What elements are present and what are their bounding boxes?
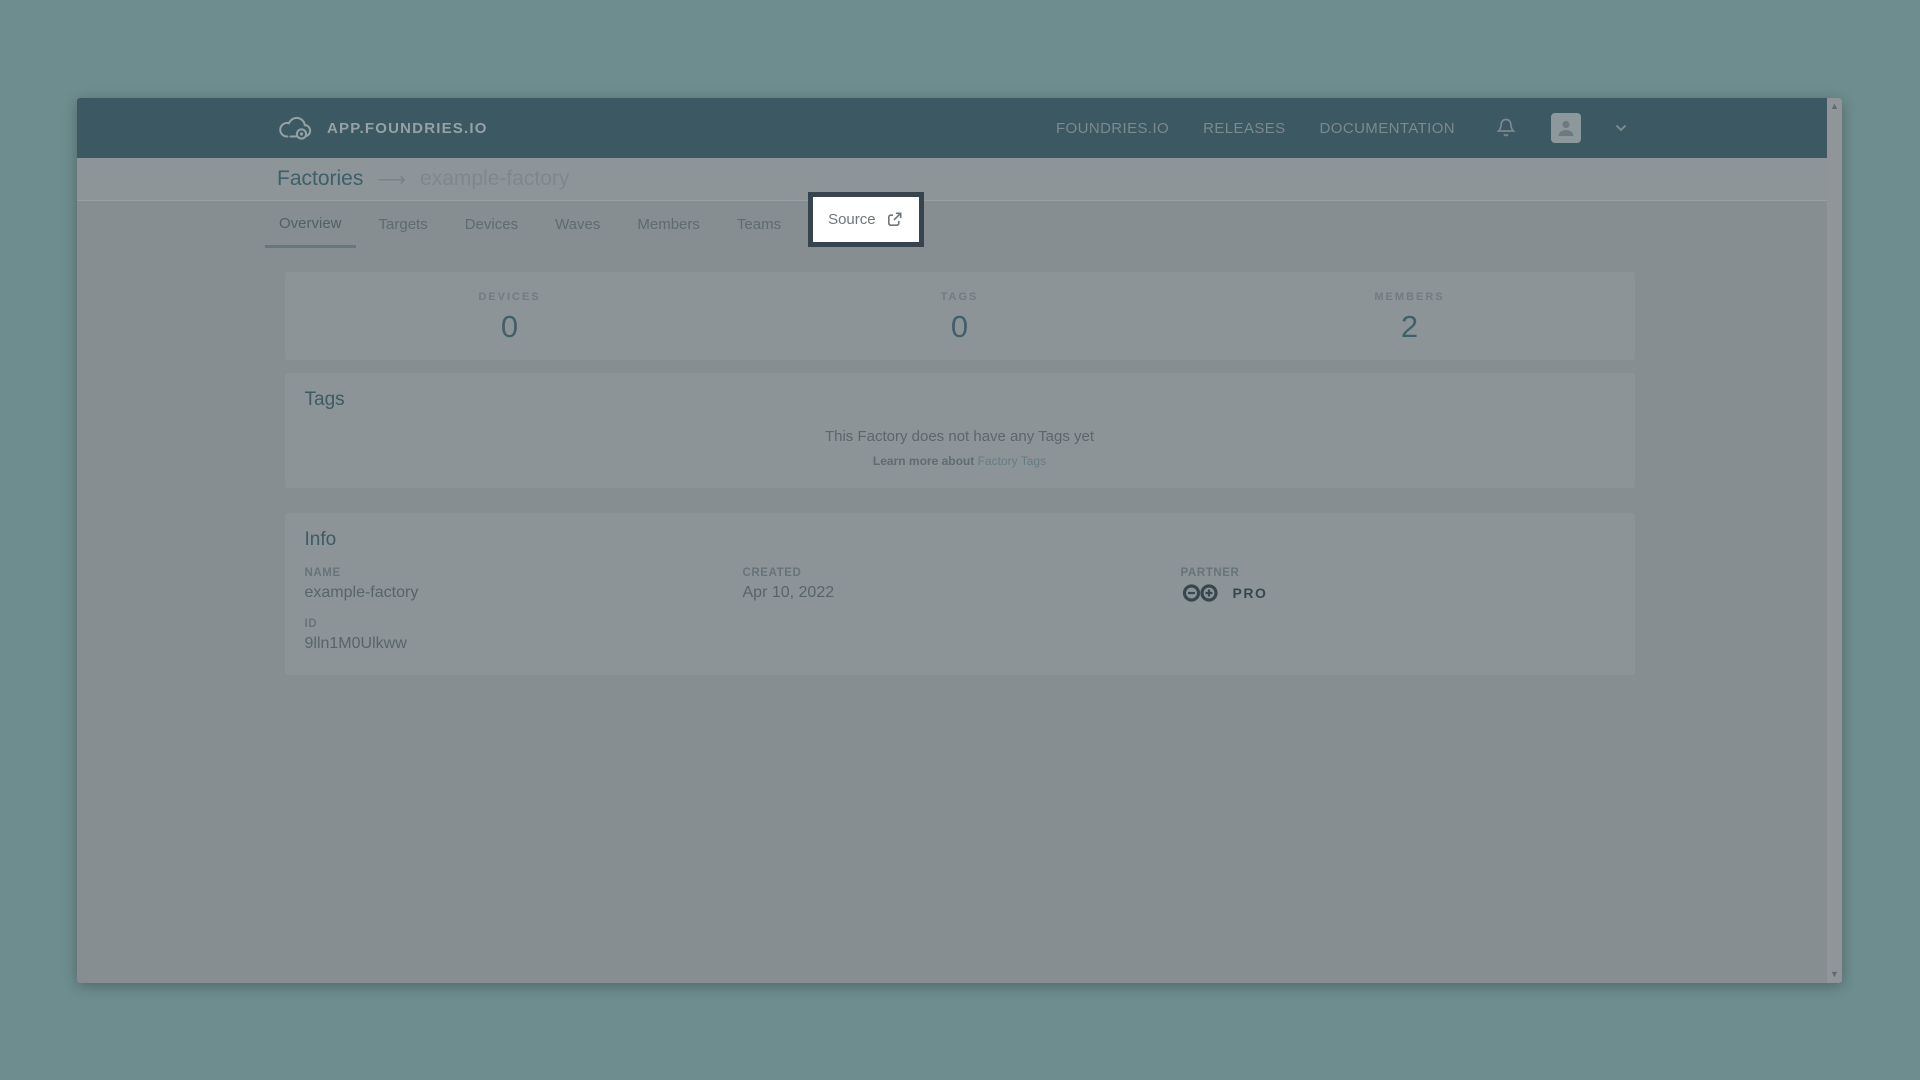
stat-tags[interactable]: TAGS 0 — [735, 287, 1185, 345]
tags-learn-more: Learn more about Factory Tags — [305, 454, 1615, 468]
name-value: example-factory — [305, 584, 743, 602]
info-field-id: ID 9lln1M0Ulkww — [305, 618, 743, 653]
vertical-scrollbar[interactable]: ▲ ▼ — [1827, 98, 1842, 983]
info-card-title: Info — [305, 529, 1615, 551]
breadcrumb-factories-link[interactable]: Factories — [277, 167, 363, 191]
external-link-icon — [885, 210, 904, 229]
app-window: APP.FOUNDRIES.IO FOUNDRIES.IO RELEASES D… — [77, 98, 1842, 983]
app-title: APP.FOUNDRIES.IO — [327, 120, 488, 137]
name-label: NAME — [305, 567, 743, 579]
info-card: Info NAME example-factory CREATED Apr 10… — [285, 513, 1635, 675]
tab-devices[interactable]: Devices — [451, 201, 532, 248]
factory-tab-bar: Overview Targets Devices Waves Members T… — [77, 201, 1842, 248]
tab-members[interactable]: Members — [623, 201, 714, 248]
arduino-infinity-logo-icon — [1181, 582, 1225, 604]
tab-teams[interactable]: Teams — [723, 201, 795, 248]
factory-tags-link[interactable]: Factory Tags — [978, 454, 1046, 468]
top-navbar: APP.FOUNDRIES.IO FOUNDRIES.IO RELEASES D… — [77, 98, 1842, 158]
tab-targets[interactable]: Targets — [365, 201, 442, 248]
app-logo[interactable]: APP.FOUNDRIES.IO — [277, 115, 488, 141]
screen: APP.FOUNDRIES.IO FOUNDRIES.IO RELEASES D… — [0, 0, 1920, 1080]
info-field-created: CREATED Apr 10, 2022 — [743, 567, 1181, 604]
scroll-up-arrow-icon[interactable]: ▲ — [1830, 102, 1839, 111]
learn-more-prefix: Learn more about — [873, 454, 978, 468]
nav-link-foundries-io[interactable]: FOUNDRIES.IO — [1056, 120, 1169, 137]
tab-source-label: Source — [828, 211, 876, 228]
created-label: CREATED — [743, 567, 1181, 579]
tab-source-highlighted[interactable]: Source — [808, 192, 924, 247]
stat-members[interactable]: MEMBERS 2 — [1185, 287, 1635, 345]
partner-pro-text: PRO — [1233, 585, 1268, 601]
account-chevron-down-icon[interactable] — [1615, 124, 1627, 132]
stat-devices-value: 0 — [285, 309, 735, 345]
nav-link-releases[interactable]: RELEASES — [1203, 120, 1285, 137]
factory-stats-card: DEVICES 0 TAGS 0 MEMBERS 2 — [285, 272, 1635, 360]
tags-card-title: Tags — [305, 389, 1615, 411]
created-value: Apr 10, 2022 — [743, 584, 1181, 602]
id-value: 9lln1M0Ulkww — [305, 635, 743, 653]
nav-link-documentation[interactable]: DOCUMENTATION — [1320, 120, 1455, 137]
info-field-name: NAME example-factory — [305, 567, 743, 604]
id-label: ID — [305, 618, 743, 630]
partner-value: PRO — [1181, 582, 1615, 604]
stat-devices[interactable]: DEVICES 0 — [285, 287, 735, 345]
stat-members-value: 2 — [1185, 309, 1635, 345]
tab-waves[interactable]: Waves — [541, 201, 614, 248]
partner-label: PARTNER — [1181, 567, 1615, 579]
stat-devices-label: DEVICES — [285, 291, 735, 303]
cloud-logo-icon — [277, 115, 315, 141]
user-avatar[interactable] — [1551, 113, 1581, 143]
tags-empty-message: This Factory does not have any Tags yet — [305, 428, 1615, 445]
stat-members-label: MEMBERS — [1185, 291, 1635, 303]
stat-tags-value: 0 — [735, 309, 1185, 345]
scroll-down-arrow-icon[interactable]: ▼ — [1830, 970, 1839, 979]
navbar-right: FOUNDRIES.IO RELEASES DOCUMENTATION — [1056, 113, 1627, 143]
tags-card: Tags This Factory does not have any Tags… — [285, 373, 1635, 488]
notifications-bell-icon[interactable] — [1495, 116, 1517, 140]
breadcrumb-current-factory: example-factory — [420, 167, 569, 191]
tab-overview[interactable]: Overview — [265, 201, 356, 248]
breadcrumb-arrow-icon: ⟶ — [377, 167, 406, 192]
breadcrumb: Factories ⟶ example-factory — [77, 158, 1842, 201]
stat-tags-label: TAGS — [735, 291, 1185, 303]
info-field-partner: PARTNER PRO — [1181, 567, 1615, 604]
info-grid: NAME example-factory CREATED Apr 10, 202… — [305, 567, 1615, 653]
main-content: DEVICES 0 TAGS 0 MEMBERS 2 Tags This Fac… — [285, 272, 1635, 675]
